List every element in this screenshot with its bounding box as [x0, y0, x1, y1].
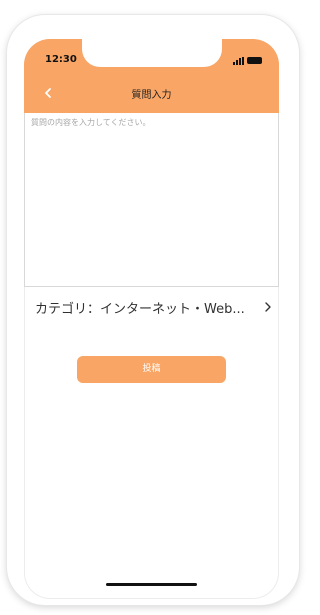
category-selector[interactable]: カテゴリ：インターネット・Web...: [24, 291, 279, 319]
question-input-area: [24, 113, 279, 287]
status-time: 12:30: [45, 54, 77, 65]
page-title: 質問入力: [131, 90, 172, 101]
signal-icon: [233, 57, 244, 65]
question-textarea[interactable]: [31, 117, 271, 277]
post-button[interactable]: 投稿: [77, 356, 226, 383]
category-label: カテゴリ：インターネット・Web...: [35, 302, 245, 317]
battery-icon: [247, 57, 262, 64]
chevron-right-icon: [265, 302, 271, 312]
phone-frame: 12:30 質問入力 カテゴリ：インターネット・Web... 投稿: [7, 15, 299, 605]
navigation-header: 12:30 質問入力: [24, 39, 279, 113]
app-screen: 12:30 質問入力 カテゴリ：インターネット・Web... 投稿: [24, 39, 279, 599]
device-notch: [82, 39, 222, 67]
home-indicator: [106, 583, 197, 586]
